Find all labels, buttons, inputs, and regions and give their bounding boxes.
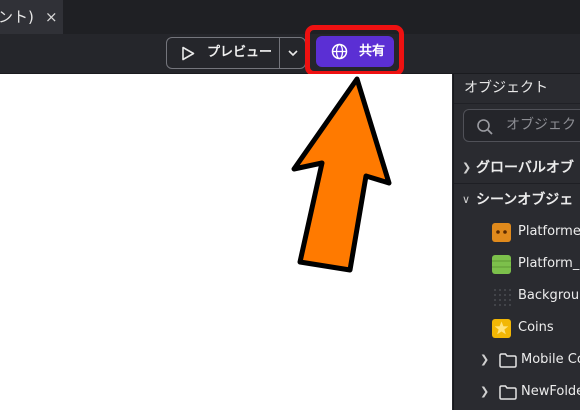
- annotation-arrow: [291, 76, 392, 273]
